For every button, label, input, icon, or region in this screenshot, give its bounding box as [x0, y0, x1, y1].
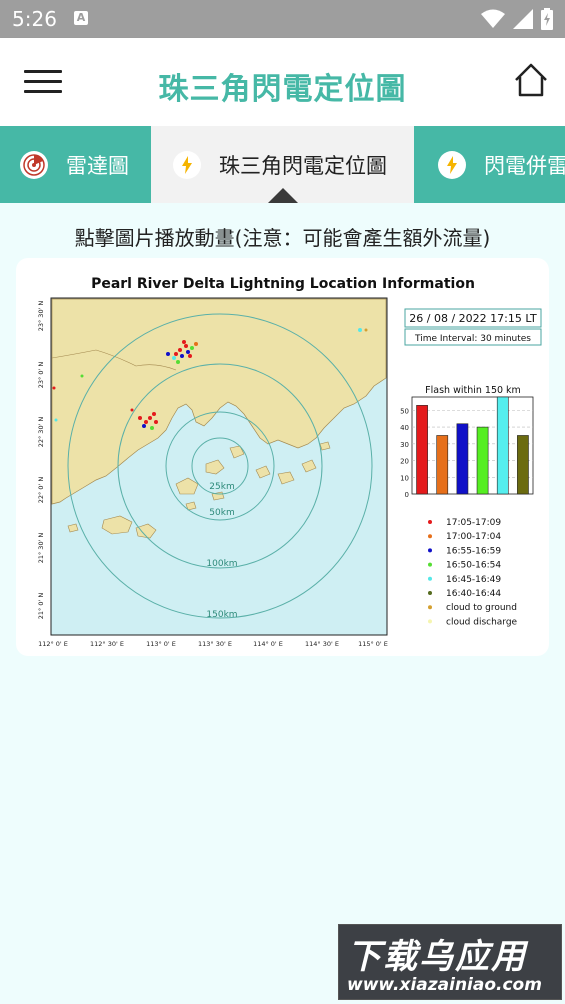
page-title: 珠三角閃電定位圖: [158, 72, 407, 107]
map-y-ticks: 23° 30' N 23° 0' N 22° 30' N 22° 0' N 21…: [37, 301, 45, 620]
ring-label-50km: 50km: [209, 508, 234, 518]
app-bar: 珠三角閃電定位圖: [0, 38, 565, 126]
home-icon[interactable]: [513, 62, 549, 98]
map-x-tick: 112° 30' E: [90, 640, 124, 648]
notification-icon: A: [74, 11, 88, 25]
tab-label: 閃電併雷: [484, 153, 565, 178]
ring-label-150km: 150km: [206, 610, 237, 620]
map-y-tick: 22° 0' N: [37, 477, 45, 504]
bar-chart-frame: [411, 396, 534, 495]
map-y-tick: 21° 0' N: [37, 593, 45, 620]
map-x-ticks: 112° 0' E 112° 30' E 113° 0' E 113° 30' …: [38, 640, 388, 648]
status-bar: 5:26 A: [0, 0, 565, 38]
lightning-map-card[interactable]: Pearl River Delta Lightning Location Inf…: [16, 258, 549, 656]
legend-label: 16:45-16:49: [446, 575, 501, 585]
map-y-tick: 23° 30' N: [37, 301, 45, 332]
map-y-tick: 21° 30' N: [37, 533, 45, 564]
map-x-tick: 114° 0' E: [253, 640, 283, 648]
ring-label-100km: 100km: [206, 559, 237, 569]
bar-y-tick: 0: [405, 491, 409, 499]
map-x-tick: 112° 0' E: [38, 640, 68, 648]
legend-label: 17:05-17:09: [446, 518, 501, 528]
radar-icon: [20, 150, 48, 179]
flash-bar-chart: Flash within 150 km 0 10 20 30 40 50: [400, 385, 534, 499]
bar: [476, 426, 489, 495]
bar-y-tick: 30: [400, 441, 409, 449]
map-x-tick: 115° 0' E: [358, 640, 388, 648]
map-y-tick: 22° 30' N: [37, 417, 45, 448]
legend-marker: [428, 576, 432, 581]
map-x-tick: 113° 30' E: [198, 640, 232, 648]
tab-lightning-radar[interactable]: 閃電併雷: [438, 126, 565, 203]
bar-y-tick: 10: [400, 474, 409, 482]
legend-marker: [428, 548, 432, 553]
legend-marker: [428, 534, 432, 539]
legend-marker: [428, 605, 432, 610]
map-x-tick: 113° 0' E: [146, 640, 176, 648]
battery-icon: [541, 8, 553, 30]
wifi-icon: [481, 9, 505, 28]
bar-y-tick: 20: [400, 458, 409, 466]
watermark-main: 下载乌应用: [347, 937, 527, 977]
legend-marker: [428, 562, 432, 567]
bar: [517, 435, 529, 495]
legend-label: cloud to ground: [446, 603, 517, 613]
status-time: 5:26: [12, 7, 57, 31]
lightning-icon: [173, 150, 201, 179]
lightning-map: 25km 50km 100km 150km 112° 0' E 112° 30'…: [37, 297, 388, 648]
map-x-tick: 114° 30' E: [305, 640, 339, 648]
legend-label: cloud discharge: [446, 617, 518, 627]
tab-label: 珠三角閃電定位圖: [219, 153, 387, 178]
bar-y-tick: 50: [400, 407, 409, 415]
legend-marker: [428, 520, 432, 524]
bar: [456, 423, 469, 495]
tab-label: 雷達圖: [66, 153, 129, 178]
legend-marker: [428, 591, 432, 595]
status-icons: [481, 7, 553, 31]
legend-label: 16:55-16:59: [446, 546, 501, 556]
figure-interval: Time Interval: 30 minutes: [414, 334, 531, 344]
watermark-url: www.xiazainiao.com: [347, 975, 542, 995]
legend-label: 17:00-17:04: [446, 532, 501, 542]
bar-y-tick: 40: [400, 424, 409, 432]
figure-title: Pearl River Delta Lightning Location Inf…: [91, 276, 475, 292]
bar-chart-title: Flash within 150 km: [425, 385, 521, 396]
legend-label: 16:40-16:44: [446, 589, 501, 599]
legend-label: 16:50-16:54: [446, 561, 501, 571]
lightning-icon: [438, 150, 466, 179]
bar: [436, 435, 449, 495]
map-y-tick: 23° 0' N: [37, 362, 45, 389]
active-tab-indicator: [268, 188, 298, 203]
figure-timestamp: 26 / 08 / 2022 17:15 LT: [409, 312, 537, 325]
signal-icon: [513, 9, 533, 29]
tab-radar[interactable]: 雷達圖: [20, 126, 129, 203]
animation-notice: 點擊圖片播放動畫(注意：可能會產生額外流量): [74, 226, 491, 250]
watermark-logo: 下载乌应用 www.xiazainiao.com: [338, 924, 562, 1000]
lightning-figure[interactable]: Pearl River Delta Lightning Location Inf…: [16, 258, 549, 656]
ring-label-25km: 25km: [209, 482, 234, 492]
bar: [496, 396, 509, 495]
legend-marker: [428, 619, 432, 624]
bar: [416, 405, 428, 495]
legend: 17:05-17:09 17:00-17:04 16:55-16:59 16:50-1…: [428, 518, 518, 627]
